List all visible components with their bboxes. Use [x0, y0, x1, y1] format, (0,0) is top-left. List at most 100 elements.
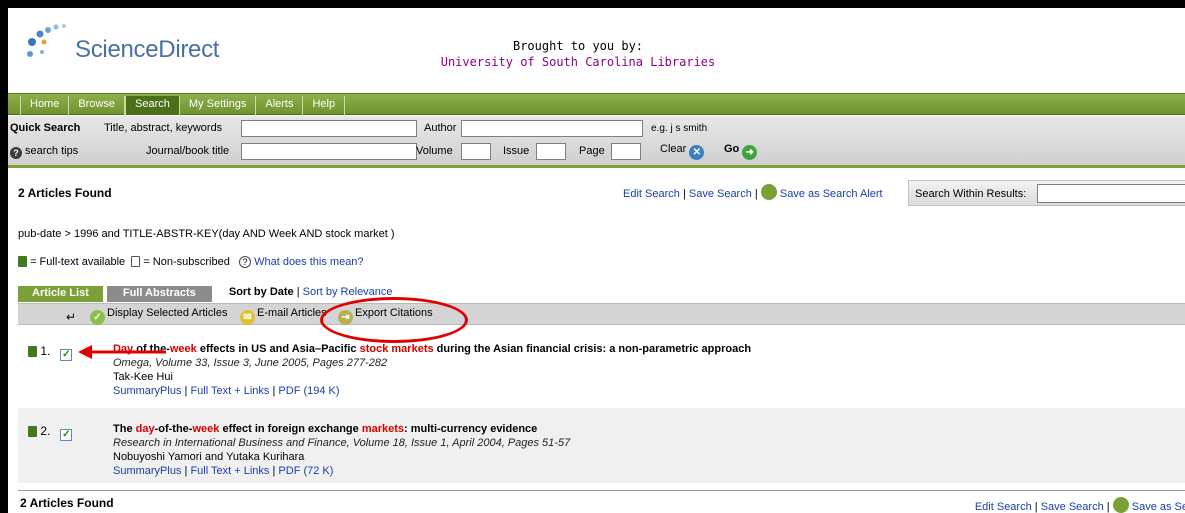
clear-x-icon: ✕	[689, 145, 705, 160]
full-text-links-link[interactable]: Full Text + Links	[190, 385, 269, 397]
title-part: The	[113, 423, 136, 435]
title-part: : multi-currency evidence	[404, 423, 538, 435]
non-subscribed-icon	[131, 256, 141, 267]
result-body: The day-of-the-week effect in foreign ex…	[113, 422, 571, 477]
annotation-ellipse	[320, 297, 468, 343]
full-text-icon	[28, 426, 37, 437]
annotation-arrow-icon	[78, 345, 166, 359]
title-abstract-input[interactable]	[241, 120, 417, 137]
result-row: 2. ✓ The day-of-the-week effect in foreig…	[18, 408, 1185, 483]
email-articles-button[interactable]: ✉ E-mail Articles	[240, 307, 327, 325]
edit-search-link[interactable]: Edit Search	[975, 501, 1032, 513]
search-tips-label: search tips	[25, 145, 79, 157]
result-body: Day of the-week effects in US and Asia–P…	[113, 342, 752, 397]
go-label: Go	[724, 143, 740, 155]
clear-label: Clear	[660, 143, 687, 155]
volume-label: Volume	[416, 145, 453, 157]
clear-button[interactable]: Clear ✕	[660, 143, 705, 160]
title-part: stock markets	[359, 343, 434, 355]
article-title-link[interactable]: Day of the-week effects in US and Asia–P…	[113, 342, 751, 356]
quick-search-label: Quick Search	[10, 122, 81, 134]
journal-title-label: Journal/book title	[146, 145, 230, 157]
brand-name: ScienceDirect	[75, 36, 220, 63]
check-icon: ✓	[90, 310, 105, 325]
sciencedirect-logo-icon	[27, 24, 66, 57]
nav-tab-home[interactable]: Home	[20, 96, 70, 115]
email-icon: ✉	[240, 310, 255, 325]
search-within-results: Search Within Results:	[908, 180, 1185, 206]
page-input[interactable]	[611, 143, 641, 160]
title-part: -of-the-	[154, 423, 193, 435]
sort-by-date: Sort by Date	[228, 286, 294, 298]
title-part: effect in foreign exchange	[219, 423, 362, 435]
brought-to-you-by: Brought to you by: University of South C…	[428, 38, 728, 70]
search-actions-bottom: Edit Search | Save Search | Save as Se	[975, 497, 1185, 513]
full-text-icon	[28, 346, 37, 357]
result-number: 2. ✓	[28, 424, 73, 441]
result-index: 1.	[40, 344, 51, 358]
save-search-link[interactable]: Save Search	[689, 188, 752, 200]
author-input[interactable]	[461, 120, 643, 137]
article-actions-bar: ↵ ✓ Display Selected Articles ✉ E-mail Art…	[18, 303, 1185, 325]
article-title-link[interactable]: The day-of-the-week effect in foreign ex…	[113, 422, 570, 436]
title-part: markets	[361, 423, 405, 435]
page-frame: ScienceDirect Brought to you by: Univers…	[8, 8, 1185, 513]
search-within-input[interactable]	[1037, 184, 1185, 203]
brought-label: Brought to you by:	[512, 39, 644, 53]
article-authors: Nobuyoshi Yamori and Yutaka Kurihara	[113, 451, 305, 463]
result-index: 2.	[40, 424, 51, 438]
pdf-link[interactable]: PDF (72 K)	[278, 465, 333, 477]
display-selected-label: Display Selected Articles	[107, 307, 228, 319]
issue-input[interactable]	[536, 143, 566, 160]
journal-title-input[interactable]	[241, 143, 417, 160]
summaryplus-link[interactable]: SummaryPlus	[113, 385, 181, 397]
nav-tab-help[interactable]: Help	[303, 96, 346, 115]
tab-article-list[interactable]: Article List	[18, 286, 103, 302]
title-part: week	[192, 423, 220, 435]
sort-by-relevance-link[interactable]: Sort by Relevance	[303, 286, 393, 298]
nav-tab-alerts[interactable]: Alerts	[256, 96, 304, 115]
display-selected-button[interactable]: ✓ Display Selected Articles	[90, 307, 227, 325]
summaryplus-link[interactable]: SummaryPlus	[113, 465, 181, 477]
result-number: 1. ✓	[28, 344, 73, 361]
main-nav: Home Browse Search My Settings Alerts He…	[8, 93, 1185, 115]
save-as-search-alert-link[interactable]: Save as Search Alert	[780, 188, 883, 200]
search-tips-link[interactable]: ? search tips	[10, 145, 78, 159]
title-part: day	[135, 423, 155, 435]
tab-full-abstracts[interactable]: Full Abstracts	[106, 286, 212, 302]
sort-options: Sort by Date | Sort by Relevance	[228, 286, 393, 298]
legend-non-label: = Non-subscribed	[143, 256, 230, 268]
sciencedirect-logo[interactable]: ScienceDirect	[20, 22, 250, 70]
help-icon: ?	[10, 147, 22, 159]
nav-tab-search[interactable]: Search	[125, 96, 180, 115]
what-does-this-mean-link[interactable]: What does this mean?	[254, 256, 363, 268]
quick-search-panel: Quick Search Title, abstract, keywords A…	[8, 116, 1185, 168]
nav-tab-my-settings[interactable]: My Settings	[180, 96, 257, 115]
select-checkbox[interactable]: ✓	[60, 429, 73, 441]
go-button[interactable]: Go ➜	[724, 143, 758, 160]
pdf-link[interactable]: PDF (194 K)	[278, 385, 339, 397]
search-actions-top: Edit Search | Save Search | Save as Sear…	[623, 184, 883, 200]
title-part: during the Asian financial crisis: a non…	[433, 343, 752, 355]
full-text-links-link[interactable]: Full Text + Links	[190, 465, 269, 477]
results-footer: 2 Articles Found Edit Search | Save Sear…	[18, 490, 1185, 513]
select-checkbox[interactable]: ✓	[60, 349, 73, 361]
title-part: effects in US and Asia–Pacific	[196, 343, 360, 355]
save-alert-icon	[1112, 497, 1129, 513]
nav-tab-browse[interactable]: Browse	[69, 96, 126, 115]
article-source: Research in International Business and F…	[113, 437, 571, 449]
edit-search-link[interactable]: Edit Search	[623, 188, 680, 200]
title-abstract-label: Title, abstract, keywords	[104, 122, 223, 134]
go-arrow-icon: ➜	[742, 145, 758, 160]
page-label: Page	[579, 145, 605, 157]
email-articles-label: E-mail Articles	[257, 307, 327, 319]
save-as-search-alert-link[interactable]: Save as Se	[1132, 501, 1185, 513]
legend: = Full-text available = Non-subscribed ?…	[18, 256, 364, 268]
search-within-label: Search Within Results:	[915, 188, 1027, 200]
question-icon: ?	[239, 256, 252, 268]
down-arrow-icon: ↵	[66, 310, 77, 324]
save-search-link[interactable]: Save Search	[1041, 501, 1104, 513]
volume-input[interactable]	[461, 143, 491, 160]
view-tabs: Article List Full Abstracts Sort by Date …	[18, 286, 393, 302]
article-authors: Tak-Kee Hui	[113, 371, 173, 383]
